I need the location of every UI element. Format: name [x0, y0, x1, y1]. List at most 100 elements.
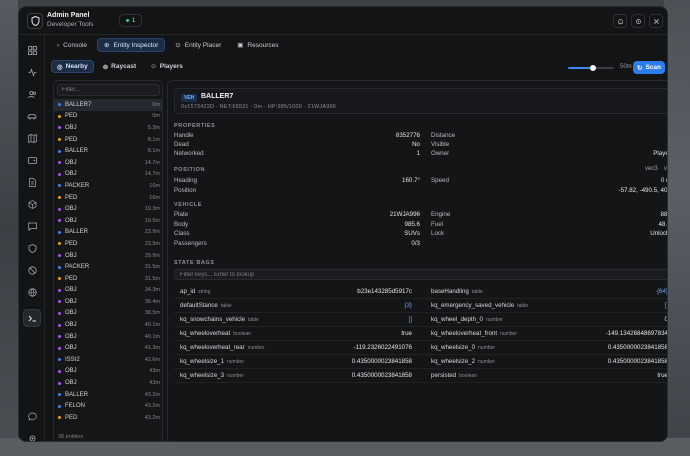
state-bag-value[interactable]: {3}: [404, 302, 412, 309]
entity-list-item[interactable]: OBJ 19.3m: [54, 203, 162, 215]
nav-performance[interactable]: [23, 63, 41, 81]
entity-list-item[interactable]: PED 31.5m: [54, 273, 162, 285]
radius-label: 50m: [620, 64, 632, 70]
tab-label: Console: [63, 41, 88, 49]
subtab-raycast[interactable]: ⊚ Raycast: [98, 60, 141, 73]
state-bag-key: defaultStance table: [180, 302, 232, 309]
entity-list-item[interactable]: PED 23.9m: [54, 238, 162, 250]
row-divider: [174, 312, 667, 313]
nav-players[interactable]: [23, 85, 41, 103]
entity-list-item[interactable]: PACKER 31.5m: [54, 261, 162, 273]
entity-list-item[interactable]: PED 8.1m: [54, 134, 162, 146]
nav-vehicles[interactable]: [23, 107, 41, 125]
entity-list-item[interactable]: BALLER 43.2m: [54, 389, 162, 401]
online-dot-icon: [126, 19, 129, 22]
entity-distance: 34.3m: [144, 287, 160, 294]
entity-type-dot-icon: [58, 381, 61, 385]
entity-list-item[interactable]: OBJ 41.3m: [54, 342, 162, 354]
vec3-toggle[interactable]: vec3: [645, 166, 658, 172]
nav-map[interactable]: [23, 129, 41, 147]
tab-resources[interactable]: ▣ Resources: [231, 38, 284, 52]
entity-list-item[interactable]: OBJ 36.4m: [54, 296, 162, 308]
state-bag-type: table: [220, 303, 232, 309]
entity-list-item[interactable]: OBJ 43m: [54, 366, 162, 378]
scan-button[interactable]: ↻ Scan: [633, 61, 665, 74]
entity-name: OBJ: [65, 217, 77, 224]
nav-dashboard[interactable]: [23, 41, 41, 59]
entity-details-panel: VEH BALLER7 0x1573422D · NET:65531 · 0m …: [167, 80, 668, 441]
entity-name: OBJ: [65, 159, 77, 166]
field-label: Distance: [431, 132, 456, 139]
entity-list-item[interactable]: OBJ 34.3m: [54, 285, 162, 297]
window-controls: [613, 14, 663, 28]
entity-list-item[interactable]: BALLER 8.1m: [54, 145, 162, 157]
entity-filter-input[interactable]: [57, 84, 160, 96]
field-label: Visible: [431, 141, 450, 148]
nav-logs[interactable]: [23, 173, 41, 191]
entity-name: OBJ: [65, 252, 77, 259]
entity-list-item[interactable]: BALLER 23.9m: [54, 227, 162, 239]
entity-distance: 38.5m: [144, 310, 160, 317]
nav-resources[interactable]: [23, 195, 41, 213]
state-bag-value[interactable]: {64}: [657, 288, 667, 295]
entity-list-item[interactable]: PED 0m: [54, 111, 162, 123]
entity-list-item[interactable]: OBJ 29.9m: [54, 250, 162, 262]
entity-list-item[interactable]: OBJ 5.3m: [54, 122, 162, 134]
subtab-nearby[interactable]: ◎ Nearby: [51, 60, 94, 73]
ban-icon: [27, 265, 37, 275]
nav-bans[interactable]: [23, 261, 41, 279]
entity-name: OBJ: [65, 368, 77, 375]
nav-world[interactable]: [23, 283, 41, 301]
entity-list-item[interactable]: PED 43.2m: [54, 412, 162, 424]
nav-security[interactable]: [23, 239, 41, 257]
entity-list-item[interactable]: PED 16m: [54, 192, 162, 204]
state-bags-filter-input[interactable]: [174, 269, 667, 280]
entity-list-item[interactable]: ISSI2 42.6m: [54, 354, 162, 366]
entity-list-item[interactable]: OBJ 38.5m: [54, 308, 162, 320]
entity-list-item[interactable]: OBJ 14.7m: [54, 169, 162, 181]
state-bag-value: -149.13426848697834: [605, 330, 668, 337]
subtab-label: Raycast: [111, 63, 137, 70]
tab-entity-inspector[interactable]: ⊕ Entity Inspector: [97, 38, 166, 52]
entity-list-item[interactable]: PACKER 16m: [54, 180, 162, 192]
field-label: Position: [174, 186, 197, 194]
nav-messages[interactable]: [23, 407, 41, 425]
nav-developer-tools[interactable]: [23, 309, 41, 327]
tool-tabs: › Console ⊕ Entity Inspector ⊙ Entity Pl…: [51, 38, 284, 52]
crosshair-icon: ⊕: [104, 42, 110, 49]
radius-slider-thumb[interactable]: [590, 65, 597, 71]
entity-name: BALLER7: [65, 101, 92, 108]
entity-list-item[interactable]: OBJ 43m: [54, 377, 162, 389]
nav-settings[interactable]: [23, 429, 41, 441]
cog-icon: [29, 435, 35, 441]
entity-type-dot-icon: [58, 172, 61, 176]
scan-label: Scan: [645, 64, 661, 71]
entity-name: BALLER: [65, 148, 89, 155]
vec4-toggle[interactable]: vec4: [664, 166, 667, 172]
field-value: 0 m/s: [660, 177, 667, 184]
subtab-label: Nearby: [65, 63, 88, 70]
radius-slider[interactable]: [568, 65, 614, 71]
entity-list-item[interactable]: BALLER7 0m: [54, 99, 162, 111]
tab-entity-placer[interactable]: ⊙ Entity Placer: [169, 38, 227, 52]
entity-list-item[interactable]: OBJ 40.1m: [54, 319, 162, 331]
settings-button[interactable]: [631, 14, 645, 28]
state-bag-value[interactable]: []: [665, 302, 667, 309]
state-bag-value[interactable]: []: [409, 316, 412, 323]
notifications-button[interactable]: [613, 14, 627, 28]
entity-name: OBJ: [65, 124, 77, 131]
tab-console[interactable]: › Console: [51, 38, 93, 52]
subtab-players[interactable]: ☺ Players: [145, 60, 188, 73]
entity-list-item[interactable]: OBJ 40.1m: [54, 331, 162, 343]
nav-economy[interactable]: [23, 151, 41, 169]
nav-chat[interactable]: [23, 217, 41, 235]
entity-list-item[interactable]: FELON 43.2m: [54, 400, 162, 412]
game-background-left: [0, 0, 18, 456]
close-button[interactable]: [649, 14, 663, 28]
entity-header: VEH BALLER7 0x1573422D · NET:65531 · 0m …: [174, 88, 667, 114]
entity-distance: 36.4m: [144, 298, 160, 305]
entity-list-item[interactable]: OBJ 14.7m: [54, 157, 162, 169]
entity-distance: 40.1m: [144, 333, 160, 340]
state-bag-value: 0.4350000023841858: [351, 372, 412, 379]
entity-list-item[interactable]: OBJ 19.5m: [54, 215, 162, 227]
